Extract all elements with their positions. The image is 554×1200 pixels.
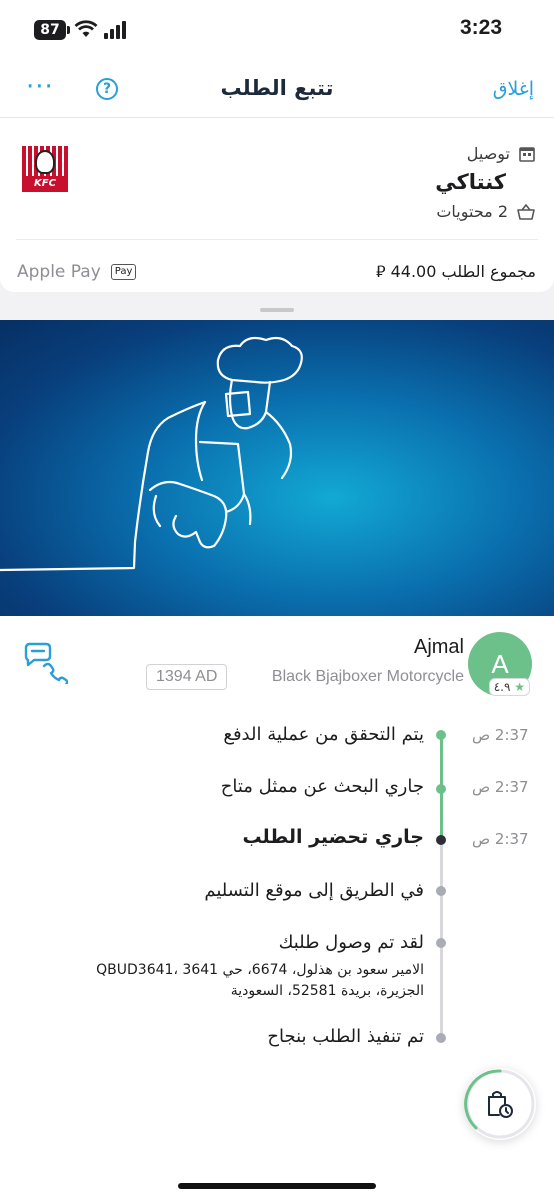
signal-icon [104,21,126,39]
timeline-step-arrived: لقد تم وصول طلبك [278,932,424,953]
close-button[interactable]: إغلاق [493,78,534,100]
timeline-dot-current [436,835,446,845]
restaurant-logo: KFC [22,146,68,192]
delivery-address-line2: الجزيرة، بريدة 52581، السعودية [230,983,424,999]
delivery-type: توصيل [466,144,510,163]
timeline-time: 2:37 ص [472,726,529,744]
order-total: مجموع الطلب 44.00 ⃁ [376,262,536,281]
timeline-step-payment-verified: يتم التحقق من عملية الدفع [223,724,424,745]
page-title: تتبع الطلب [220,76,334,100]
timeline-dot-done [436,784,446,794]
order-clock-icon [488,1091,513,1118]
driver-rating: ٤.٩ ★ [488,678,530,696]
timeline-step-preparing: جاري تحضير الطلب [242,826,424,848]
order-status-button[interactable] [464,1068,536,1140]
timeline-dot-done [436,730,446,740]
order-summary-card[interactable]: KFC توصيل كنتاكي 2 محتويات Apple Pay Pay… [0,118,554,312]
battery-icon: 87 [34,20,70,40]
vehicle-description: Black Bjajboxer Motorcycle [271,668,464,685]
apple-pay-badge-text: Pay [114,266,133,277]
logo-face [35,150,55,174]
items-count-row: 2 محتويات [436,202,536,221]
timeline-dot-pending [436,938,446,948]
delivery-address-line1: الامير سعود بن هذلول، 6674، حي 3641 ،QBU… [96,962,424,978]
sheet-drag-handle[interactable] [260,308,294,312]
items-count: 2 محتويات [436,202,508,221]
preparing-banner [0,320,554,616]
star-icon: ★ [514,680,525,694]
basket-icon [517,203,535,220]
driver-name: Ajmal [413,636,464,658]
status-time: 3:23 [459,16,502,39]
wifi-icon [74,20,98,37]
home-indicator [178,1183,376,1189]
status-bar: 87 3:23 [0,0,554,62]
timeline-time: 2:37 ص [472,778,529,796]
nav-bar: ··· ? تتبع الطلب إغلاق [0,62,554,118]
license-plate: 1394 AD [146,664,228,690]
timeline-time: 2:37 ص [472,830,529,848]
divider [16,239,538,240]
timeline-step-on-the-way: في الطريق إلى موقع التسليم [204,880,424,901]
payment-method-label: Apple Pay [17,262,101,282]
rating-value: ٤.٩ [493,680,511,694]
delivery-type-row: توصيل [467,144,536,163]
store-icon [519,146,535,162]
apple-pay-icon: Pay [110,264,137,280]
chef-illustration [0,336,303,572]
timeline-step-searching-courier: جاري البحث عن ممثل متاح [220,776,424,797]
payment-method: Apple Pay Pay [17,262,137,282]
logo-text: KFC [22,176,68,192]
chat-phone-icon[interactable] [22,642,68,684]
timeline-step-completed: تم تنفيذ الطلب بنجاح [267,1026,424,1047]
timeline-dot-pending [436,886,446,896]
timeline-dot-pending [436,1033,446,1043]
restaurant-name: كنتاكي [435,170,506,194]
